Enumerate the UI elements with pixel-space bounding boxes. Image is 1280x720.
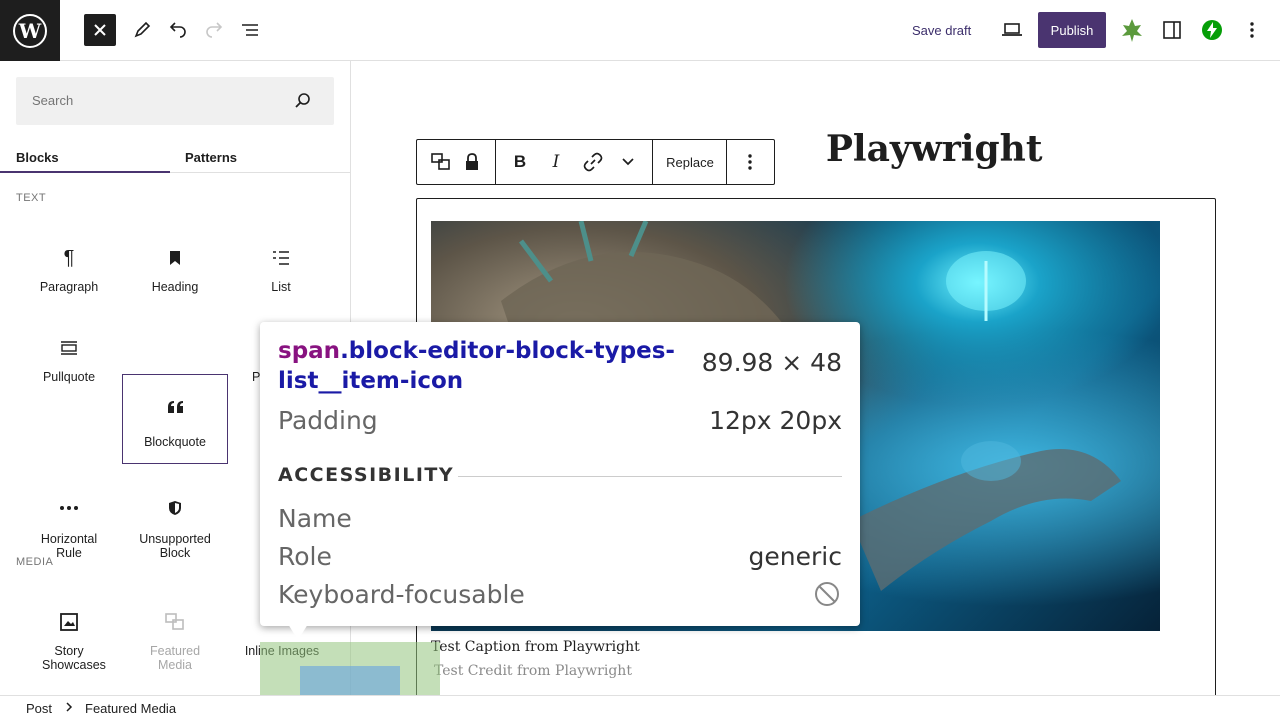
padding-value: 12px 20px xyxy=(709,406,842,435)
shield-icon xyxy=(163,496,187,520)
tab-blocks[interactable]: Blocks xyxy=(16,141,59,173)
chevron-right-icon xyxy=(65,699,73,718)
breadcrumb-featured-media[interactable]: Featured Media xyxy=(85,701,176,716)
block-toolbar: B I Replace xyxy=(416,139,775,185)
plugin-leaf-icon[interactable] xyxy=(1116,14,1148,46)
section-media-heading: MEDIA xyxy=(16,556,54,568)
bold-icon[interactable]: B xyxy=(505,140,535,184)
featured-media-icon xyxy=(163,610,187,634)
preview-laptop-icon[interactable] xyxy=(996,14,1028,46)
block-unsupported[interactable]: Unsupported Block xyxy=(122,474,228,564)
replace-button[interactable]: Replace xyxy=(653,140,727,184)
quote-icon xyxy=(164,395,188,419)
block-heading[interactable]: Heading xyxy=(122,224,228,314)
italic-icon[interactable]: I xyxy=(541,140,571,184)
publish-button[interactable]: Publish xyxy=(1038,12,1106,48)
link-icon[interactable] xyxy=(577,140,609,184)
element-size: 89.98 × 48 xyxy=(701,348,842,377)
block-type-icon[interactable] xyxy=(425,140,457,184)
block-featured-media[interactable]: Featured Media xyxy=(122,588,228,678)
name-label: Name xyxy=(278,504,352,533)
tooltip-arrow xyxy=(288,624,308,640)
document-overview-icon[interactable] xyxy=(234,14,266,46)
block-search-input[interactable]: Search xyxy=(16,77,334,125)
redo-icon[interactable] xyxy=(198,14,230,46)
block-pullquote[interactable]: Pullquote xyxy=(16,314,122,404)
save-draft-button[interactable]: Save draft xyxy=(900,14,983,46)
breadcrumb-post[interactable]: Post xyxy=(26,701,52,716)
image-caption[interactable]: Test Caption from Playwright xyxy=(431,639,640,655)
image-credit[interactable]: Test Credit from Playwright xyxy=(434,663,632,679)
gallery-icon xyxy=(57,610,81,634)
pencil-icon[interactable] xyxy=(126,14,158,46)
search-icon[interactable] xyxy=(294,92,312,115)
bookmark-icon xyxy=(163,246,187,270)
role-label: Role xyxy=(278,542,332,571)
toolbar-divider xyxy=(495,140,496,184)
block-list[interactable]: List xyxy=(228,224,334,314)
block-paragraph[interactable]: ¶ Paragraph xyxy=(16,224,122,314)
lock-icon[interactable] xyxy=(457,140,487,184)
block-breadcrumb: Post Featured Media xyxy=(0,695,1280,720)
chevron-down-icon[interactable] xyxy=(615,140,641,184)
list-icon xyxy=(269,246,293,270)
editor-header: W Save draft Publish xyxy=(0,0,1280,61)
settings-sidebar-icon[interactable] xyxy=(1156,14,1188,46)
block-story-showcases[interactable]: Story Showcases xyxy=(16,588,122,678)
section-text-heading: TEXT xyxy=(16,192,47,204)
svg-text:W: W xyxy=(18,19,42,43)
not-allowed-icon xyxy=(814,581,840,607)
active-tab-indicator xyxy=(0,171,170,173)
accessibility-heading: ACCESSIBILITY xyxy=(278,464,455,486)
ellipsis-icon xyxy=(57,496,81,520)
devtools-inspect-tooltip: span.block-editor-block-types-list__item… xyxy=(260,322,860,626)
block-blockquote[interactable]: Blockquote xyxy=(122,374,228,464)
undo-icon[interactable] xyxy=(162,14,194,46)
role-value: generic xyxy=(748,542,842,571)
toolbar-divider xyxy=(726,140,727,184)
element-selector: span.block-editor-block-types-list__item… xyxy=(278,338,675,394)
close-inserter-button[interactable] xyxy=(84,14,116,46)
block-options-icon[interactable] xyxy=(735,140,765,184)
padding-label: Padding xyxy=(278,406,378,435)
section-divider xyxy=(458,476,842,477)
keyboard-focusable-label: Keyboard-focusable xyxy=(278,580,525,609)
more-options-icon[interactable] xyxy=(1236,14,1268,46)
jetpack-icon[interactable] xyxy=(1196,14,1228,46)
block-horizontal-rule[interactable]: Horizontal Rule xyxy=(16,474,122,564)
wordpress-logo-icon[interactable]: W xyxy=(0,0,60,61)
tab-patterns[interactable]: Patterns xyxy=(185,141,237,173)
search-placeholder: Search xyxy=(32,93,74,108)
pullquote-icon xyxy=(57,336,81,360)
paragraph-icon: ¶ xyxy=(63,246,75,269)
